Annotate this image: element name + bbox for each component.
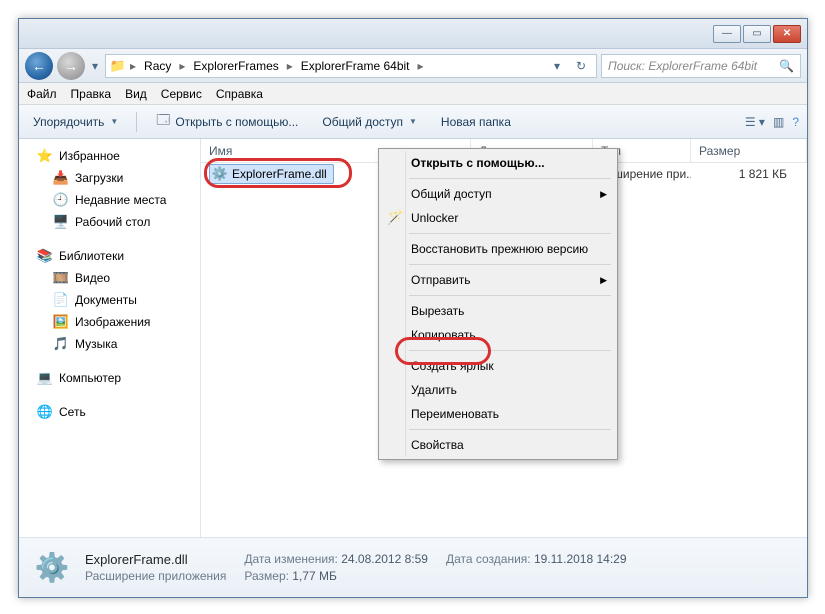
sidebar-favorites[interactable]: ⭐Избранное (19, 145, 200, 167)
col-size[interactable]: Размер (691, 139, 807, 162)
sidebar-libraries[interactable]: 📚Библиотеки (19, 245, 200, 267)
sidebar-music[interactable]: 🎵Музыка (19, 333, 200, 355)
ctx-props[interactable]: Свойства (381, 433, 615, 457)
sidebar-pics[interactable]: 🖼️Изображения (19, 311, 200, 333)
picture-icon: 🖼️ (53, 314, 69, 330)
file-name-selected[interactable]: ⚙️ ExplorerFrame.dll (209, 164, 334, 184)
desktop-icon: 🖥️ (53, 214, 69, 230)
preview-pane-button[interactable]: ▥ (773, 115, 784, 129)
star-icon: ⭐ (37, 148, 53, 164)
ctx-sendto[interactable]: Отправить▶ (381, 268, 615, 292)
chevron-right-icon: ▸ (128, 59, 138, 73)
context-menu: Открыть с помощью... Общий доступ▶ 🪄Unlo… (378, 148, 618, 460)
network-icon: 🌐 (37, 404, 53, 420)
ctx-rename[interactable]: Переименовать (381, 402, 615, 426)
recent-icon: 🕘 (53, 192, 69, 208)
close-button[interactable]: ✕ (773, 25, 801, 43)
breadcrumb-seg[interactable]: ExplorerFrame 64bit (297, 57, 414, 75)
search-input[interactable]: Поиск: ExplorerFrame 64bit 🔍 (601, 54, 801, 78)
ctx-unlocker[interactable]: 🪄Unlocker (381, 206, 615, 230)
file-size: 1 821 КБ (691, 167, 807, 181)
menu-tools[interactable]: Сервис (161, 87, 202, 101)
document-icon: 📄 (53, 292, 69, 308)
breadcrumb-seg[interactable]: ExplorerFrames (189, 57, 282, 75)
separator (136, 112, 137, 132)
sidebar-video[interactable]: 🎞️Видео (19, 267, 200, 289)
breadcrumb-seg[interactable]: Racy (140, 57, 175, 75)
folder-icon: 📁 (110, 58, 126, 74)
sidebar-desktop[interactable]: 🖥️Рабочий стол (19, 211, 200, 233)
music-icon: 🎵 (53, 336, 69, 352)
library-icon: 📚 (37, 248, 53, 264)
chevron-right-icon: ▸ (416, 59, 426, 73)
ctx-restore[interactable]: Восстановить прежнюю версию (381, 237, 615, 261)
ctx-open-with[interactable]: Открыть с помощью... (381, 151, 615, 175)
toolbar: Упорядочить▼ 🗔Открыть с помощью... Общий… (19, 105, 807, 139)
forward-button[interactable]: → (57, 52, 85, 80)
minimize-button[interactable]: — (713, 25, 741, 43)
sidebar-computer[interactable]: 💻Компьютер (19, 367, 200, 389)
menu-view[interactable]: Вид (125, 87, 147, 101)
ctx-shortcut[interactable]: Создать ярлык (381, 354, 615, 378)
back-button[interactable]: ← (25, 52, 53, 80)
ctx-copy[interactable]: Копировать (381, 323, 615, 347)
navigation-bar: ← → ▾ 📁 ▸ Racy ▸ ExplorerFrames ▸ Explor… (19, 49, 807, 83)
menu-help[interactable]: Справка (216, 87, 263, 101)
video-icon: 🎞️ (53, 270, 69, 286)
wand-icon: 🪄 (387, 210, 403, 226)
view-options-button[interactable]: ☰ ▾ (745, 115, 765, 129)
share-button[interactable]: Общий доступ▼ (316, 111, 423, 133)
menu-file[interactable]: Файл (27, 87, 57, 101)
computer-icon: 💻 (37, 370, 53, 386)
details-pane: ⚙️ ExplorerFrame.dll Дата изменения: 24.… (19, 537, 807, 597)
history-dropdown[interactable]: ▾ (89, 56, 101, 76)
app-icon: 🗔 (155, 114, 171, 130)
refresh-button[interactable]: ↻ (570, 59, 592, 73)
dropdown-button[interactable]: ▾ (546, 59, 568, 73)
details-type: Расширение приложения (85, 569, 226, 583)
sidebar-recent[interactable]: 🕘Недавние места (19, 189, 200, 211)
ctx-delete[interactable]: Удалить (381, 378, 615, 402)
open-with-button[interactable]: 🗔Открыть с помощью... (149, 110, 304, 134)
help-button[interactable]: ? (792, 115, 799, 129)
download-icon: 📥 (53, 170, 69, 186)
search-icon: 🔍 (779, 59, 794, 73)
sidebar-network[interactable]: 🌐Сеть (19, 401, 200, 423)
chevron-right-icon: ▸ (285, 59, 295, 73)
organize-button[interactable]: Упорядочить▼ (27, 111, 124, 133)
address-bar[interactable]: 📁 ▸ Racy ▸ ExplorerFrames ▸ ExplorerFram… (105, 54, 597, 78)
titlebar: — ▭ ✕ (19, 19, 807, 49)
dll-icon: ⚙️ (212, 166, 228, 182)
menu-edit[interactable]: Правка (71, 87, 112, 101)
chevron-right-icon: ▸ (177, 59, 187, 73)
sidebar-downloads[interactable]: 📥Загрузки (19, 167, 200, 189)
ctx-share[interactable]: Общий доступ▶ (381, 182, 615, 206)
ctx-cut[interactable]: Вырезать (381, 299, 615, 323)
details-name: ExplorerFrame.dll (85, 552, 226, 567)
menu-bar: Файл Правка Вид Сервис Справка (19, 83, 807, 105)
new-folder-button[interactable]: Новая папка (435, 111, 517, 133)
navigation-pane: ⭐Избранное 📥Загрузки 🕘Недавние места 🖥️Р… (19, 139, 201, 537)
sidebar-docs[interactable]: 📄Документы (19, 289, 200, 311)
file-large-icon: ⚙️ (31, 547, 73, 589)
search-placeholder: Поиск: ExplorerFrame 64bit (608, 59, 757, 73)
maximize-button[interactable]: ▭ (743, 25, 771, 43)
